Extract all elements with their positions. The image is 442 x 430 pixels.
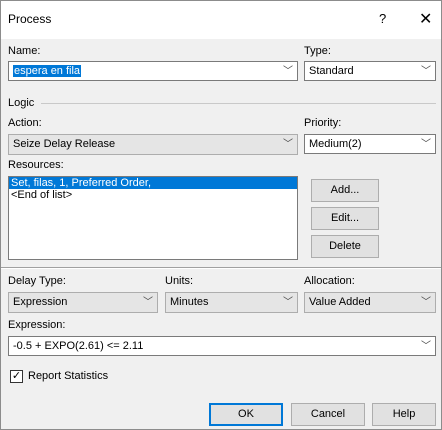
type-label: Type: bbox=[304, 45, 331, 57]
section-separator-highlight bbox=[1, 268, 441, 269]
priority-label: Priority: bbox=[304, 117, 342, 129]
window-title: Process bbox=[8, 12, 52, 26]
expression-value: -0.5 + EXPO(2.61) <= 2.11 bbox=[13, 340, 144, 352]
edit-button[interactable]: Edit... bbox=[311, 207, 379, 230]
chevron-down-icon[interactable]: ﹀ bbox=[420, 135, 432, 153]
resources-label: Resources: bbox=[8, 159, 64, 171]
allocation-label: Allocation: bbox=[304, 275, 355, 287]
chevron-down-icon[interactable]: ﹀ bbox=[142, 293, 154, 312]
logic-group-label: Logic bbox=[8, 97, 35, 109]
cancel-button[interactable]: Cancel bbox=[291, 403, 365, 426]
delay-type-value: Expression bbox=[13, 296, 68, 308]
action-combo[interactable]: Seize Delay Release ﹀ bbox=[8, 134, 298, 155]
units-combo[interactable]: Minutes ﹀ bbox=[165, 292, 298, 313]
delay-type-label: Delay Type: bbox=[8, 275, 66, 287]
ok-button[interactable]: OK bbox=[209, 403, 283, 426]
allocation-combo[interactable]: Value Added ﹀ bbox=[304, 292, 436, 313]
chevron-down-icon[interactable]: ﹀ bbox=[282, 293, 294, 312]
type-value: Standard bbox=[309, 65, 354, 77]
add-button[interactable]: Add... bbox=[311, 179, 379, 202]
chevron-down-icon[interactable]: ﹀ bbox=[420, 293, 432, 312]
logic-group-line bbox=[41, 103, 436, 104]
help-icon[interactable]: ? bbox=[379, 11, 386, 26]
name-value[interactable]: espera en fila bbox=[13, 65, 82, 77]
title-bar: Process ? ✕ bbox=[1, 1, 441, 39]
chevron-down-icon[interactable]: ﹀ bbox=[420, 337, 432, 355]
priority-combo[interactable]: Medium(2) ﹀ bbox=[304, 134, 436, 154]
list-item[interactable]: Set, filas, 1, Preferred Order, bbox=[9, 177, 297, 189]
chevron-down-icon[interactable]: ﹀ bbox=[420, 62, 432, 80]
expression-label: Expression: bbox=[8, 319, 66, 331]
type-combo[interactable]: Standard ﹀ bbox=[304, 61, 436, 81]
expression-combo[interactable]: -0.5 + EXPO(2.61) <= 2.11 ﹀ bbox=[8, 336, 436, 356]
list-item[interactable]: <End of list> bbox=[9, 189, 297, 201]
report-statistics-label[interactable]: Report Statistics bbox=[28, 370, 108, 382]
check-icon: ✓ bbox=[11, 370, 22, 382]
help-button[interactable]: Help bbox=[372, 403, 436, 426]
resources-list[interactable]: Set, filas, 1, Preferred Order, <End of … bbox=[8, 176, 298, 260]
close-icon[interactable]: ✕ bbox=[419, 9, 432, 29]
priority-value: Medium(2) bbox=[309, 138, 362, 150]
delete-button[interactable]: Delete bbox=[311, 235, 379, 258]
chevron-down-icon[interactable]: ﹀ bbox=[282, 62, 294, 80]
delay-type-combo[interactable]: Expression ﹀ bbox=[8, 292, 158, 313]
chevron-down-icon[interactable]: ﹀ bbox=[282, 135, 294, 154]
units-value: Minutes bbox=[170, 296, 209, 308]
name-combo[interactable]: espera en fila ﹀ bbox=[8, 61, 298, 81]
process-dialog: Process ? ✕ Name: espera en fila ﹀ Type:… bbox=[0, 0, 442, 430]
name-label: Name: bbox=[8, 45, 41, 57]
units-label: Units: bbox=[165, 275, 194, 287]
action-value: Seize Delay Release bbox=[13, 138, 116, 150]
action-label: Action: bbox=[8, 117, 42, 129]
allocation-value: Value Added bbox=[309, 296, 371, 308]
report-statistics-checkbox[interactable]: ✓ bbox=[10, 370, 23, 383]
